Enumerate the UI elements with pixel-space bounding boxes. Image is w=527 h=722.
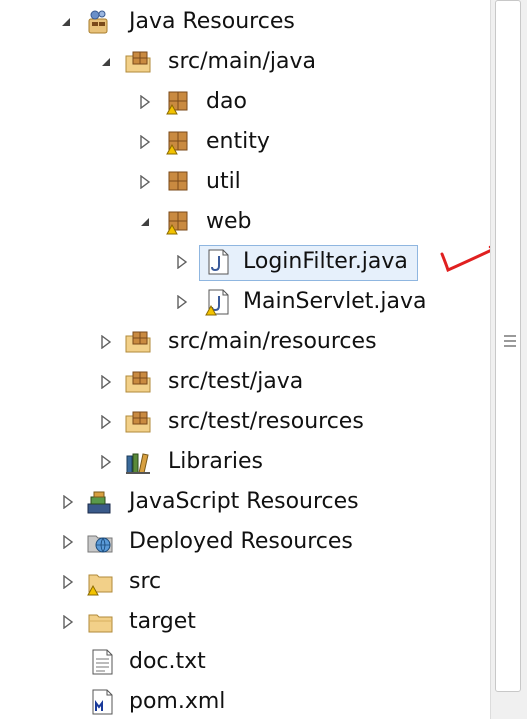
deployed-resources-icon [86,528,114,556]
expanded-arrow-icon[interactable] [98,42,114,82]
folder-warning-icon [86,568,114,596]
scrollbar-grip-line [504,345,516,347]
tree-item-mainservlet-java[interactable]: MainServlet.java [0,282,490,322]
tree-item-libraries[interactable]: Libraries [0,442,490,482]
tree-item-target[interactable]: target [0,602,490,642]
source-folder-icon [124,408,152,436]
tree-item-loginfilter-java[interactable]: LoginFilter.java [0,242,490,282]
collapsed-arrow-icon[interactable] [137,122,153,162]
project-explorer-tree: Java Resources src/main/java dao entity … [0,0,508,722]
tree-item-doc-txt[interactable]: doc.txt [0,642,490,682]
tree-item-label: src [129,569,162,594]
tree-item-label: pom.xml [129,689,226,714]
tree-item-label: MainServlet.java [243,289,427,314]
package-icon [164,168,192,196]
source-folder-icon [124,48,152,76]
scrollbar-grip-line [504,335,516,337]
collapsed-arrow-icon[interactable] [60,522,76,562]
tree-item-label: doc.txt [129,649,206,674]
text-file-icon [88,648,116,676]
collapsed-arrow-icon[interactable] [60,562,76,602]
tree-item-src[interactable]: src [0,562,490,602]
java-file-icon [204,248,232,276]
java-resources-icon [86,8,114,36]
tree-item-deployed-resources[interactable]: Deployed Resources [0,522,490,562]
collapsed-arrow-icon[interactable] [60,602,76,642]
vertical-scrollbar[interactable] [490,0,527,719]
tree-item-entity[interactable]: entity [0,122,490,162]
tree-item-util[interactable]: util [0,162,490,202]
tree-item-label: src/main/java [168,49,317,74]
tree-item-label: dao [206,89,247,114]
javascript-resources-icon [86,488,114,516]
tree-item-pom-xml[interactable]: pom.xml [0,682,490,722]
tree-item-javascript-resources[interactable]: JavaScript Resources [0,482,490,522]
tree-item-label: JavaScript Resources [129,489,359,514]
collapsed-arrow-icon[interactable] [98,442,114,482]
tree-item-src-test-resources[interactable]: src/test/resources [0,402,490,442]
package-warning-icon [164,208,192,236]
collapsed-arrow-icon[interactable] [60,482,76,522]
package-warning-icon [164,88,192,116]
tree-item-label: Libraries [168,449,264,474]
expanded-arrow-icon[interactable] [58,2,74,42]
maven-pom-file-icon [88,688,116,716]
tree-item-java-resources[interactable]: Java Resources [0,2,490,42]
tree-item-label: entity [206,129,270,154]
tree-item-label: util [206,169,241,194]
tree-item-label: src/main/resources [168,329,377,354]
tree-item-label: LoginFilter.java [243,249,408,274]
collapsed-arrow-icon[interactable] [98,322,114,362]
tree-item-label: target [129,609,196,634]
tree-item-web[interactable]: web [0,202,490,242]
tree-item-label: web [206,209,252,234]
tree-item-dao[interactable]: dao [0,82,490,122]
tree-item-label: src/test/resources [168,409,364,434]
tree-item-src-test-java[interactable]: src/test/java [0,362,490,402]
tree-item-src-main-java[interactable]: src/main/java [0,42,490,82]
libraries-icon [124,448,152,476]
tree-item-label: Java Resources [129,9,295,34]
collapsed-arrow-icon[interactable] [137,82,153,122]
tree-item-src-main-resources[interactable]: src/main/resources [0,322,490,362]
collapsed-arrow-icon[interactable] [98,402,114,442]
expanded-arrow-icon[interactable] [137,202,153,242]
source-folder-icon [124,328,152,356]
tree-item-label: src/test/java [168,369,304,394]
collapsed-arrow-icon[interactable] [174,282,190,322]
collapsed-arrow-icon[interactable] [137,162,153,202]
scrollbar-thumb[interactable] [495,0,521,692]
collapsed-arrow-icon[interactable] [174,242,190,282]
folder-icon [86,608,114,636]
collapsed-arrow-icon[interactable] [98,362,114,402]
tree-item-label: Deployed Resources [129,529,353,554]
scrollbar-grip-line [504,340,516,342]
source-folder-icon [124,368,152,396]
package-warning-icon [164,128,192,156]
java-file-warning-icon [204,288,232,316]
